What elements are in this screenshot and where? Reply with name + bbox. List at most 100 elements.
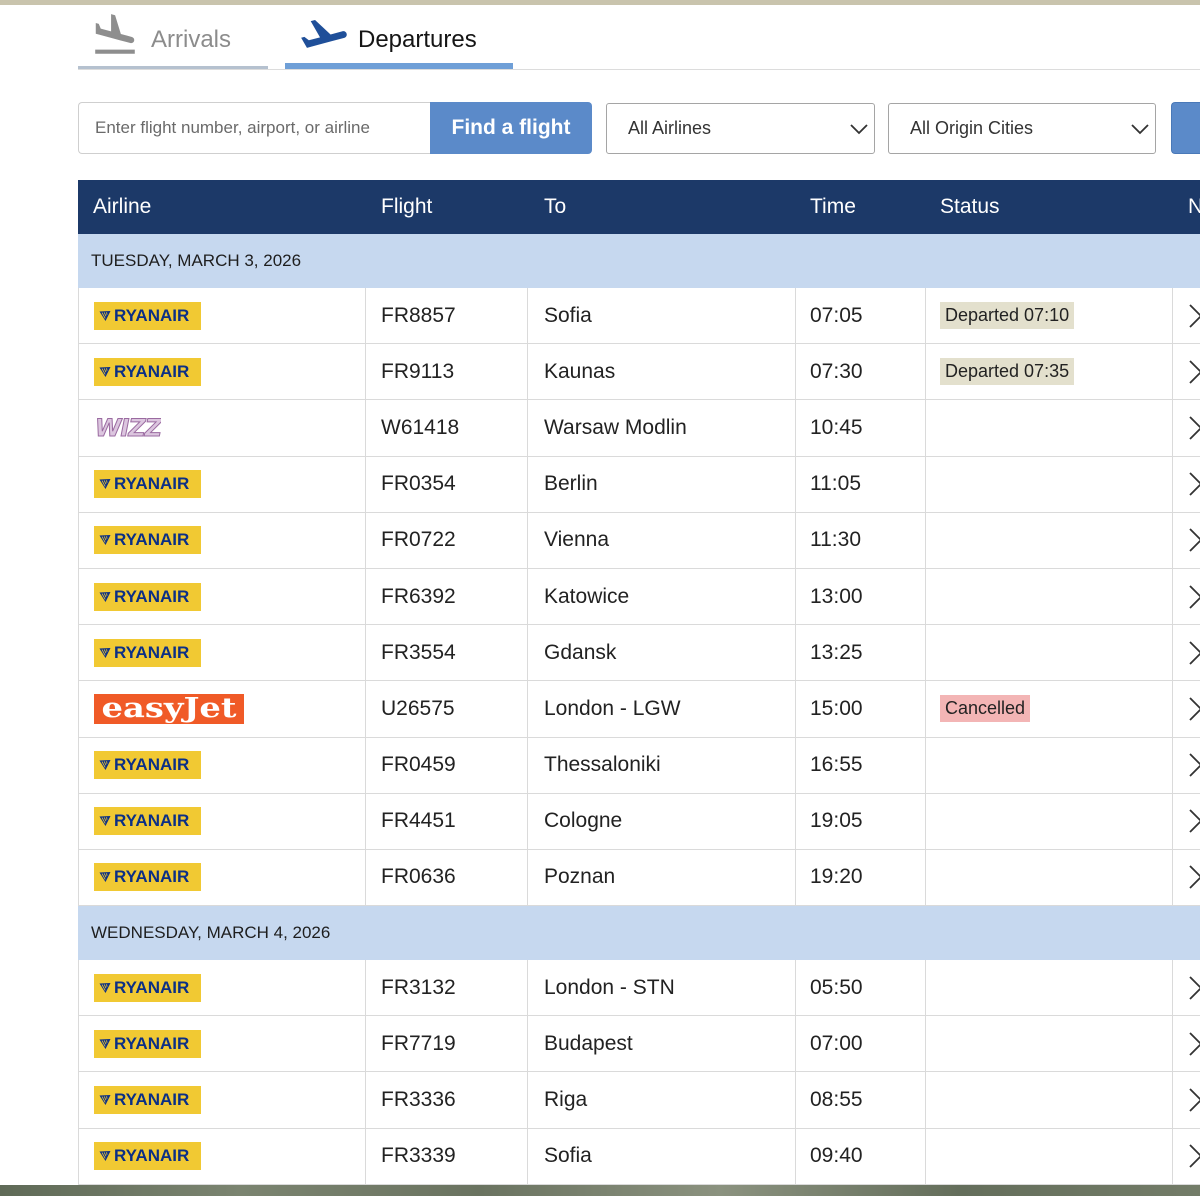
destination: London - STN	[544, 975, 675, 999]
destination: Poznan	[544, 865, 616, 889]
flight-number-cell: U26575	[366, 681, 528, 737]
destination-cell: Cologne	[528, 793, 796, 849]
destination-cell: Katowice	[528, 568, 796, 625]
destination: Riga	[544, 1088, 588, 1112]
status-cell	[926, 849, 1173, 906]
flight-row[interactable]: RYANAIR FR0459 Thessaloniki 16:55	[78, 737, 1200, 794]
flight-number: FR4451	[381, 809, 456, 833]
chevron-right-icon[interactable]	[1188, 527, 1200, 553]
flight-row[interactable]: RYANAIR FR9113 Kaunas 07:30 Departed 07:35	[78, 344, 1200, 401]
origin-city-filter-select[interactable]: All Origin Cities	[888, 103, 1156, 154]
city-filter-value: All Origin Cities	[910, 118, 1034, 138]
row-details-cell[interactable]	[1173, 850, 1200, 905]
chevron-right-icon[interactable]	[1188, 471, 1200, 497]
scheduled-time: 11:30	[810, 528, 861, 552]
flight-row[interactable]: RYANAIR FR3554 Gdansk 13:25	[78, 625, 1200, 682]
table-header: Airline Flight To Time Status N	[78, 180, 1200, 234]
chevron-right-icon[interactable]	[1188, 864, 1200, 890]
flight-number: FR3336	[381, 1088, 456, 1112]
row-details-cell[interactable]	[1173, 794, 1200, 849]
airline-cell: RYANAIR	[78, 960, 366, 1016]
status-cell: Departed 07:35	[926, 344, 1173, 400]
airline-cell: RYANAIR	[78, 288, 366, 344]
airline-cell: RYANAIR	[78, 737, 366, 793]
status-cell	[926, 1016, 1173, 1072]
scheduled-time-cell: 19:20	[796, 849, 926, 906]
flight-row[interactable]: WIZZ W61418 Warsaw Modlin 10:45	[78, 400, 1200, 457]
ryanair-logo: RYANAIR	[94, 470, 201, 499]
row-details-cell[interactable]	[1173, 625, 1200, 680]
chevron-right-icon[interactable]	[1188, 303, 1200, 329]
row-details-cell[interactable]	[1173, 344, 1200, 399]
chevron-right-icon[interactable]	[1188, 640, 1200, 666]
row-details-cell[interactable]	[1173, 681, 1200, 736]
destination: Warsaw Modlin	[544, 415, 687, 439]
status-cell	[926, 625, 1173, 681]
destination-cell: Sofia	[528, 1128, 796, 1184]
tab-arrivals[interactable]: Arrivals	[78, 8, 268, 64]
row-details-cell[interactable]	[1173, 1016, 1200, 1071]
scheduled-time: 11:05	[810, 472, 861, 496]
top-border	[0, 0, 1200, 5]
airline-cell: RYANAIR	[78, 512, 366, 568]
row-details-cell[interactable]	[1173, 457, 1200, 512]
harp-icon	[99, 1151, 111, 1162]
destination-cell: Riga	[528, 1072, 796, 1128]
chevron-right-icon[interactable]	[1188, 359, 1200, 385]
scheduled-time-cell: 13:00	[796, 568, 926, 625]
flight-row[interactable]: RYANAIR FR3336 Riga 08:55	[78, 1072, 1200, 1129]
airline-filter-select[interactable]: All Airlines	[606, 103, 875, 154]
airline-logo-text: RYANAIR	[114, 755, 190, 775]
scheduled-time-cell: 19:05	[796, 793, 926, 849]
flight-row[interactable]: RYANAIR FR3339 Sofia 09:40	[78, 1128, 1200, 1185]
flight-row[interactable]: easyJet U26575 London - LGW 15:00 Cancelled	[78, 681, 1200, 738]
chevron-right-icon[interactable]	[1188, 975, 1200, 1001]
find-flight-button[interactable]: Find a flight	[430, 102, 592, 154]
row-details-cell[interactable]	[1173, 513, 1200, 568]
status-cell	[926, 960, 1173, 1016]
row-details-cell[interactable]	[1173, 569, 1200, 624]
harp-icon	[99, 591, 111, 602]
row-details-cell[interactable]	[1173, 400, 1200, 455]
flight-row[interactable]: RYANAIR FR6392 Katowice 13:00	[78, 568, 1200, 626]
flight-row[interactable]: RYANAIR FR0636 Poznan 19:20	[78, 849, 1200, 907]
status-badge: Departed 07:35	[940, 358, 1075, 386]
row-details-cell[interactable]	[1173, 288, 1200, 343]
chevron-right-icon[interactable]	[1188, 752, 1200, 778]
flight-row[interactable]: RYANAIR FR0354 Berlin 11:05	[78, 456, 1200, 513]
airline-logo-text: RYANAIR	[114, 642, 190, 662]
flight-search-input[interactable]	[78, 102, 430, 154]
flight-row[interactable]: RYANAIR FR3132 London - STN 05:50	[78, 960, 1200, 1017]
chevron-right-icon[interactable]	[1188, 1143, 1200, 1169]
airline-logo-text: easyJet	[101, 693, 237, 724]
chevron-right-icon[interactable]	[1188, 696, 1200, 722]
chevron-right-icon[interactable]	[1188, 415, 1200, 441]
destination-cell: Sofia	[528, 288, 796, 344]
chevron-right-icon[interactable]	[1188, 808, 1200, 834]
flight-number: FR0459	[381, 753, 456, 777]
airline-filter-value: All Airlines	[628, 118, 712, 138]
scheduled-time: 19:20	[810, 865, 863, 889]
chevron-right-icon[interactable]	[1188, 1031, 1200, 1057]
row-details-cell[interactable]	[1173, 1072, 1200, 1127]
row-details-cell[interactable]	[1173, 960, 1200, 1015]
row-details-cell[interactable]	[1173, 1129, 1200, 1184]
flight-row[interactable]: RYANAIR FR7719 Budapest 07:00	[78, 1016, 1200, 1073]
airline-logo-text: RYANAIR	[114, 1090, 190, 1110]
tab-departures[interactable]: Departures	[285, 8, 513, 64]
flight-row[interactable]: RYANAIR FR4451 Cologne 19:05	[78, 793, 1200, 850]
flight-number-cell: FR0722	[366, 512, 528, 568]
chevron-right-icon[interactable]	[1188, 584, 1200, 610]
flight-number-cell: W61418	[366, 400, 528, 456]
chevron-right-icon[interactable]	[1188, 1087, 1200, 1113]
destination: Sofia	[544, 1144, 592, 1168]
chevron-down-icon	[1131, 124, 1149, 135]
destination-cell: Thessaloniki	[528, 737, 796, 793]
additional-filter-button[interactable]	[1171, 102, 1200, 154]
scheduled-time-cell: 13:25	[796, 625, 926, 681]
row-details-cell[interactable]	[1173, 738, 1200, 793]
flight-row[interactable]: RYANAIR FR0722 Vienna 11:30	[78, 512, 1200, 569]
airline-cell: RYANAIR	[78, 456, 366, 512]
flight-row[interactable]: RYANAIR FR8857 Sofia 07:05 Departed 07:10	[78, 288, 1200, 345]
status-cell	[926, 456, 1173, 512]
